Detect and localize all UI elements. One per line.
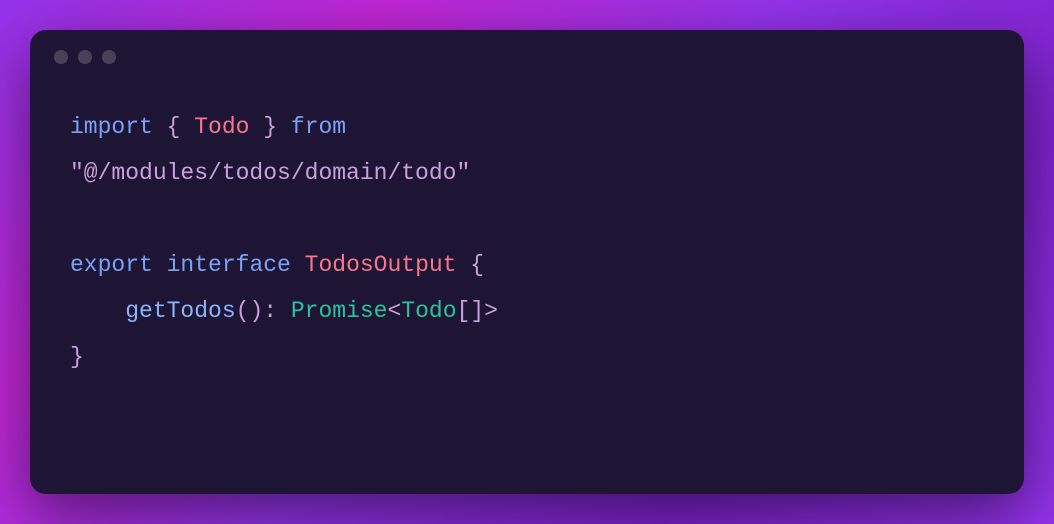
code-line: getTodos(): Promise<Todo[]> — [70, 288, 984, 334]
minimize-icon[interactable] — [78, 50, 92, 64]
keyword-from: from — [291, 114, 346, 140]
code-line: export interface TodosOutput { — [70, 242, 984, 288]
title-bar — [30, 30, 1024, 84]
close-icon[interactable] — [54, 50, 68, 64]
type-name: TodosOutput — [305, 252, 457, 278]
brackets: []> — [457, 298, 498, 324]
type-promise: Promise — [291, 298, 388, 324]
angle-bracket: < — [387, 298, 401, 324]
brace: { — [153, 114, 194, 140]
type-name: Todo — [194, 114, 249, 140]
indent — [70, 298, 125, 324]
code-line: } — [70, 334, 984, 380]
keyword-export: export — [70, 252, 153, 278]
method-name: getTodos — [125, 298, 235, 324]
keyword-interface: interface — [153, 252, 305, 278]
brace: } — [70, 344, 84, 370]
keyword-import: import — [70, 114, 153, 140]
maximize-icon[interactable] — [102, 50, 116, 64]
type-name: Todo — [401, 298, 456, 324]
code-line: "@/modules/todos/domain/todo" — [70, 150, 984, 196]
code-window: import { Todo } from "@/modules/todos/do… — [30, 30, 1024, 494]
code-line-blank — [70, 196, 984, 242]
parens: (): — [236, 298, 291, 324]
brace: { — [456, 252, 484, 278]
code-area: import { Todo } from "@/modules/todos/do… — [30, 84, 1024, 400]
string-literal: "@/modules/todos/domain/todo" — [70, 160, 470, 186]
code-line: import { Todo } from — [70, 104, 984, 150]
brace: } — [249, 114, 290, 140]
